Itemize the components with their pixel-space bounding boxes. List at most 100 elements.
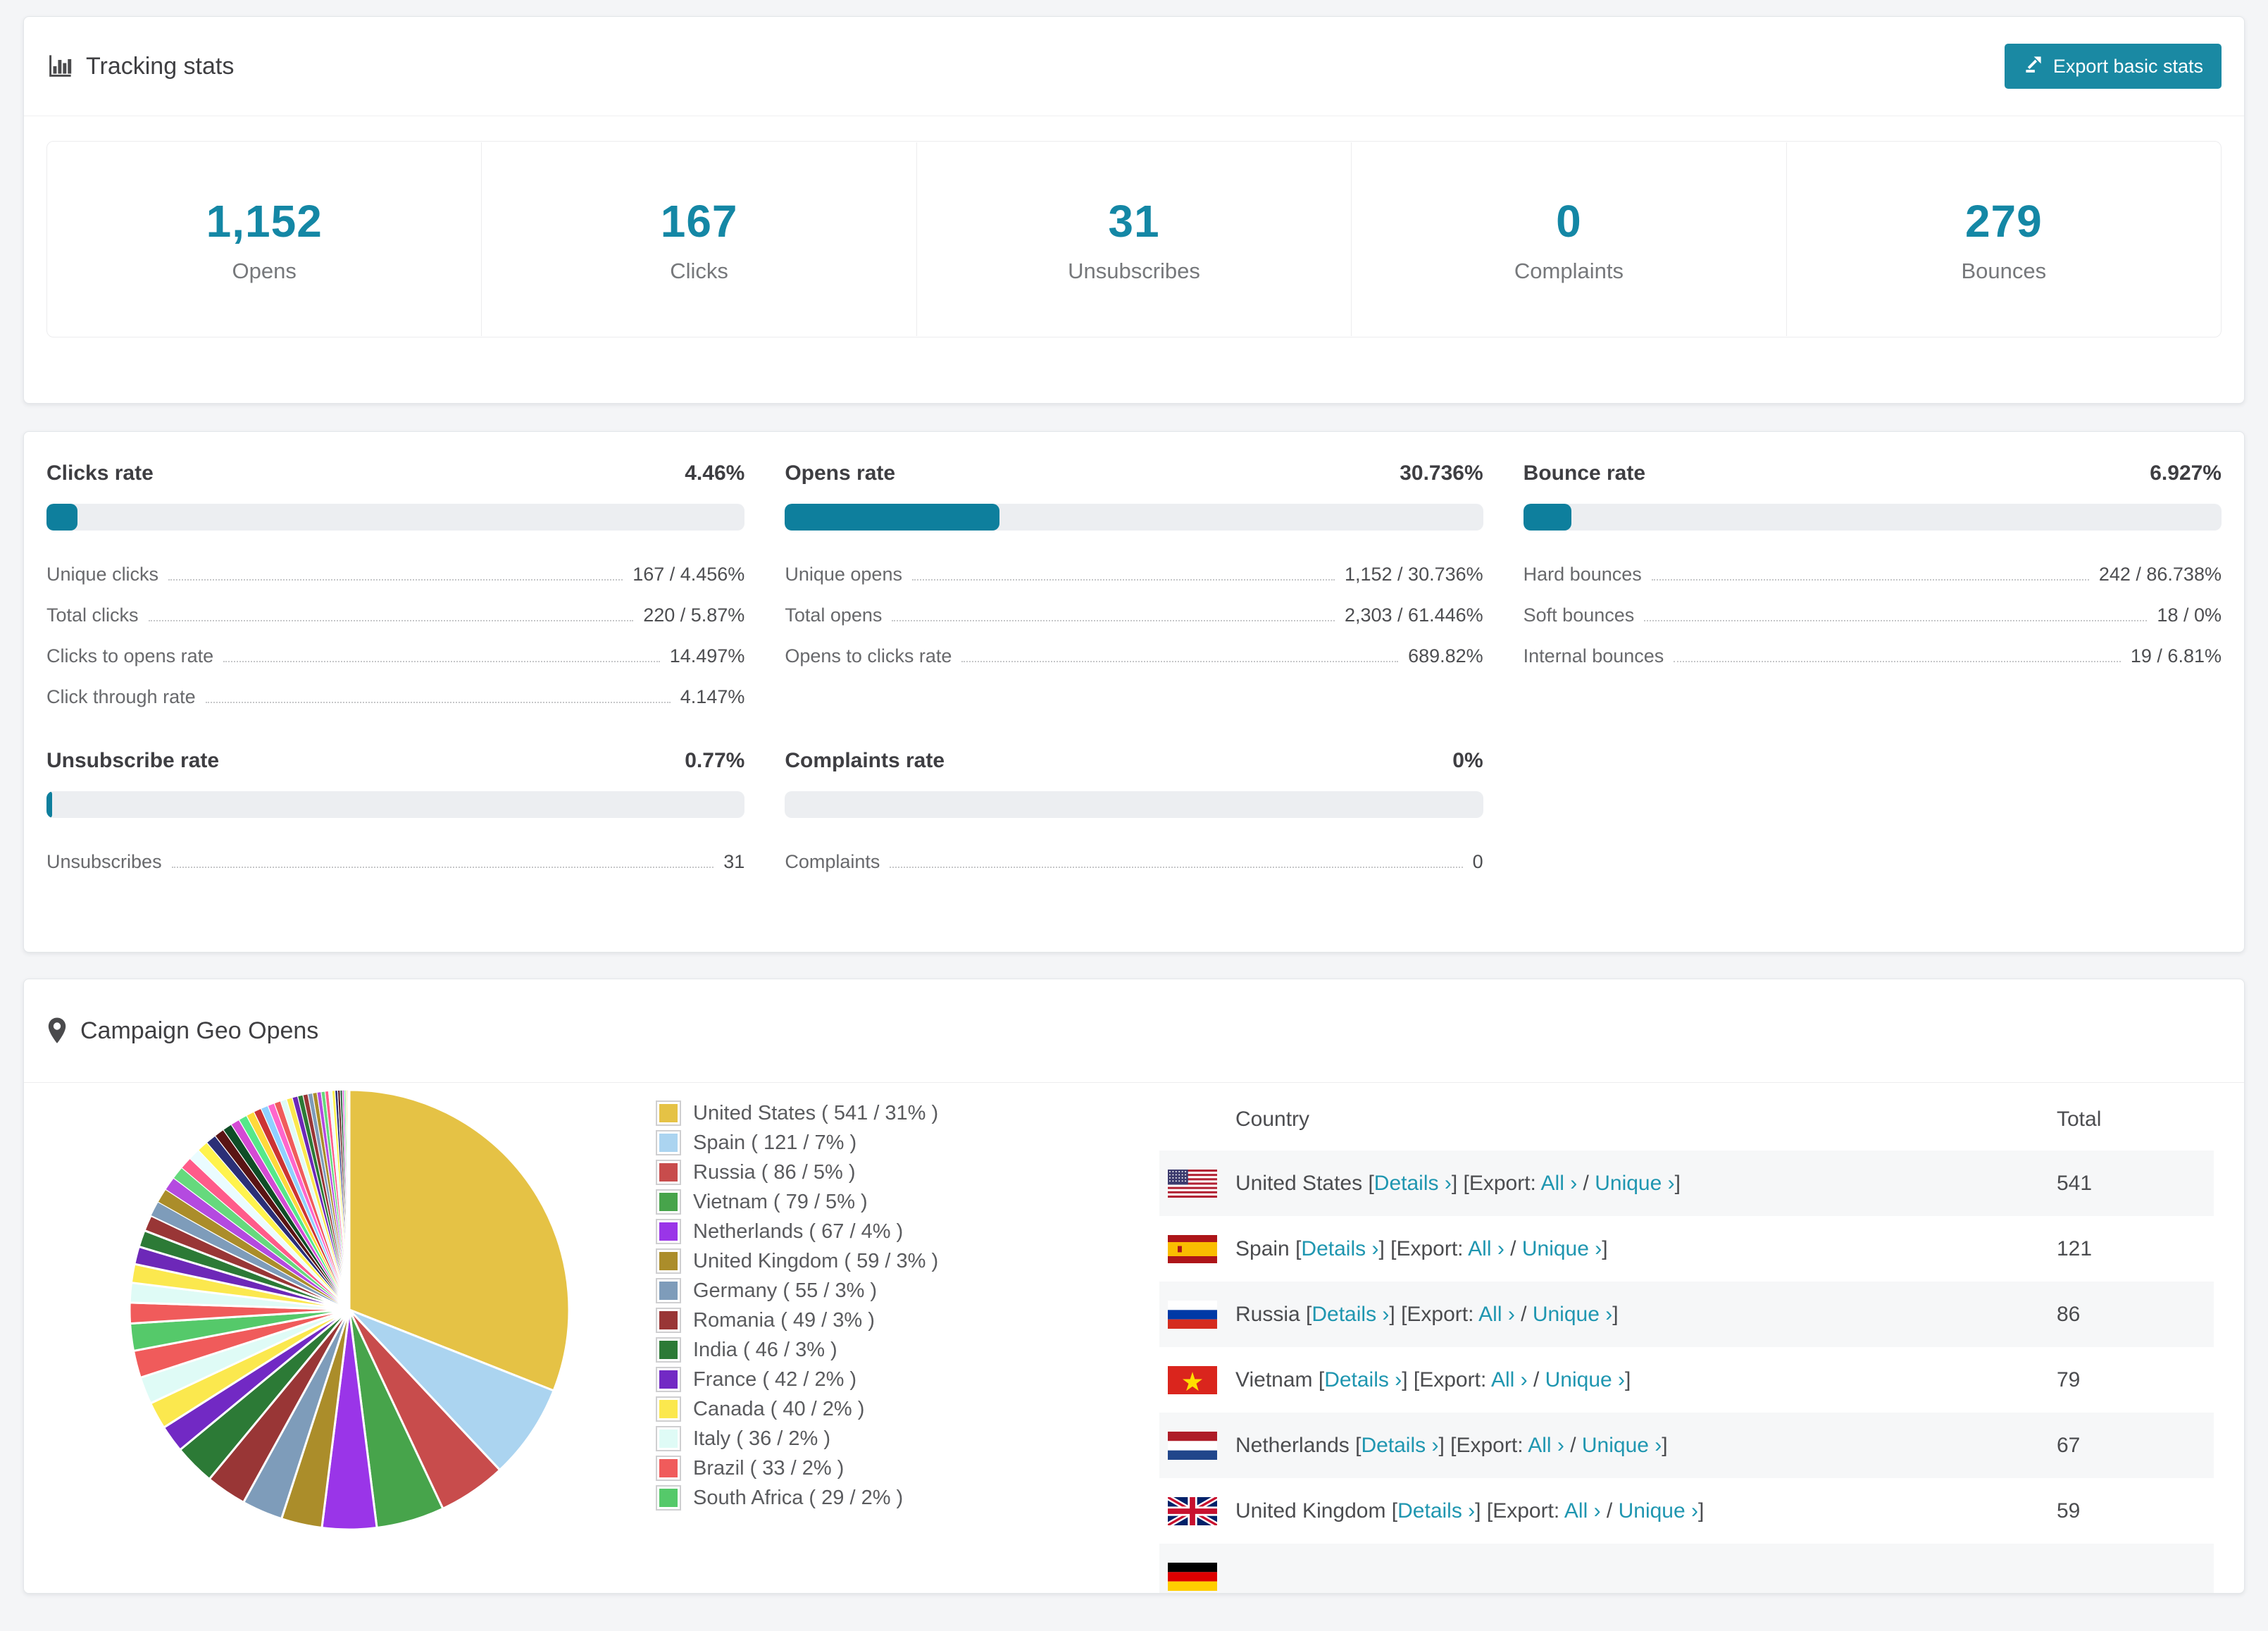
details-link[interactable]: Details › xyxy=(1397,1499,1475,1523)
export-unique-link[interactable]: Unique › xyxy=(1582,1434,1662,1457)
legend-label: Italy ( 36 / 2% ) xyxy=(693,1427,831,1450)
details-link[interactable]: Details › xyxy=(1374,1172,1452,1195)
export-all-link[interactable]: All › xyxy=(1541,1172,1578,1195)
export-basic-stats-button[interactable]: Export basic stats xyxy=(2004,44,2222,89)
legend-label: Canada ( 40 / 2% ) xyxy=(693,1397,865,1420)
rate-row-label: Complaints xyxy=(785,851,880,872)
legend-swatch xyxy=(656,1456,681,1481)
stat-label: Clicks xyxy=(670,258,728,283)
flag-icon-gb xyxy=(1168,1496,1217,1525)
country-name: Spain xyxy=(1235,1236,1290,1260)
bracket: [ xyxy=(1300,1302,1312,1326)
legend-label: Spain ( 121 / 7% ) xyxy=(693,1131,857,1154)
dotted-leader xyxy=(890,867,1463,868)
export-all-link[interactable]: All › xyxy=(1478,1303,1515,1326)
flag-icon-de xyxy=(1168,1562,1217,1591)
bracket: [ xyxy=(1349,1433,1362,1457)
rate-title: Complaints rate xyxy=(785,749,945,772)
progress-bar-bounce-rate xyxy=(1523,504,2222,531)
export-unique-link[interactable]: Unique › xyxy=(1522,1237,1602,1260)
bracket: ] [ xyxy=(1475,1499,1493,1523)
rate-row-value: 242 / 86.738% xyxy=(2098,564,2222,585)
export-prefix: Export: xyxy=(1396,1236,1469,1260)
legend-label: Netherlands ( 67 / 4% ) xyxy=(693,1220,904,1243)
legend-label: Romania ( 49 / 3% ) xyxy=(693,1308,875,1332)
geo-card-header: Campaign Geo Opens xyxy=(24,979,2244,1083)
pie-legend: United States ( 541 / 31% ) Spain ( 121 /… xyxy=(656,1098,938,1513)
slash: / xyxy=(1527,1368,1545,1391)
progress-bar-fill xyxy=(46,504,78,531)
export-unique-link[interactable]: Unique › xyxy=(1595,1172,1674,1195)
export-all-link[interactable]: All › xyxy=(1528,1434,1564,1457)
tracking-card-header: Tracking stats Export basic stats xyxy=(24,17,2244,116)
legend-swatch xyxy=(656,1396,681,1422)
campaign-geo-opens-card: Campaign Geo Opens United States ( 541 /… xyxy=(23,979,2245,1594)
flag-icon-es xyxy=(1168,1234,1217,1263)
stats-row: 1,152 Opens 167 Clicks 31 Unsubscribes 0 Compla… xyxy=(46,141,2222,337)
export-unique-link[interactable]: Unique › xyxy=(1545,1368,1625,1391)
rate-row-unique-clicks: Unique clicks 167 / 4.456% xyxy=(46,552,744,593)
stat-value: 31 xyxy=(1108,195,1160,247)
details-link[interactable]: Details › xyxy=(1301,1237,1378,1260)
export-prefix: Export: xyxy=(1493,1499,1564,1523)
column-header-country: Country xyxy=(1235,1108,1310,1131)
legend-swatch xyxy=(656,1337,681,1363)
rate-row-value: 2,303 / 61.446% xyxy=(1344,604,1483,626)
country-name: United Kingdom xyxy=(1235,1499,1386,1523)
rate-value: 0.77% xyxy=(685,749,745,772)
legend-swatch xyxy=(656,1367,681,1392)
rate-row-value: 0 xyxy=(1472,851,1483,872)
rate-row-unsubscribes: Unsubscribes 31 xyxy=(46,839,744,880)
progress-bar-complaints-rate xyxy=(785,791,1483,818)
legend-swatch xyxy=(656,1130,681,1155)
legend-swatch xyxy=(656,1308,681,1333)
bracket: ] xyxy=(1698,1499,1705,1523)
stat-value: 167 xyxy=(660,195,738,247)
legend-swatch xyxy=(656,1219,681,1244)
legend-label: South Africa ( 29 / 2% ) xyxy=(693,1486,904,1509)
geo-title: Campaign Geo Opens xyxy=(80,1017,319,1044)
rate-row-value: 220 / 5.87% xyxy=(643,604,745,626)
legend-swatch xyxy=(656,1278,681,1303)
country-total xyxy=(2056,1544,2214,1593)
bracket: ] [ xyxy=(1378,1236,1397,1260)
details-link[interactable]: Details › xyxy=(1311,1303,1389,1326)
rate-row-value: 4.147% xyxy=(680,686,745,707)
flag-icon-nl xyxy=(1168,1431,1217,1460)
export-unique-link[interactable]: Unique › xyxy=(1533,1303,1612,1326)
table-row-united-states: United States [Details ›] [Export: All ›… xyxy=(1159,1151,2214,1216)
flag-icon-vn xyxy=(1168,1365,1217,1394)
table-row-netherlands: Netherlands [Details ›] [Export: All › /… xyxy=(1159,1413,2214,1478)
rate-row-soft-bounces: Soft bounces 18 / 0% xyxy=(1524,593,2222,633)
rate-row-clicks-to-opens-rate: Clicks to opens rate 14.497% xyxy=(46,633,744,674)
stat-value: 1,152 xyxy=(206,195,323,247)
rate-row-label: Unsubscribes xyxy=(46,851,162,872)
legend-item-spain: Spain ( 121 / 7% ) xyxy=(656,1128,938,1158)
country-total: 59 xyxy=(2057,1499,2081,1523)
rate-row-internal-bounces: Internal bounces 19 / 6.81% xyxy=(1524,633,2222,674)
export-all-link[interactable]: All › xyxy=(1564,1499,1601,1523)
rate-value: 4.46% xyxy=(685,461,745,485)
country-total: 541 xyxy=(2057,1171,2093,1195)
country-name: Netherlands xyxy=(1235,1433,1350,1457)
export-prefix: Export: xyxy=(1407,1302,1479,1326)
details-link[interactable]: Details › xyxy=(1324,1368,1402,1391)
rate-title: Clicks rate xyxy=(46,461,154,485)
export-unique-link[interactable]: Unique › xyxy=(1619,1499,1698,1523)
legend-label: Russia ( 86 / 5% ) xyxy=(693,1160,856,1184)
bracket: ] [ xyxy=(1451,1171,1469,1195)
dotted-leader xyxy=(892,620,1335,621)
stat-clicks: 167 Clicks xyxy=(482,142,917,336)
legend-label: France ( 42 / 2% ) xyxy=(693,1368,857,1391)
export-all-link[interactable]: All › xyxy=(1468,1237,1504,1260)
rate-row-label: Internal bounces xyxy=(1523,645,1664,666)
flag-icon-ru xyxy=(1168,1300,1217,1329)
rate-row-label: Opens to clicks rate xyxy=(785,645,952,666)
geo-content: United States ( 541 / 31% ) Spain ( 121 /… xyxy=(24,1083,2244,1593)
country-name: United States xyxy=(1235,1171,1363,1195)
dotted-leader xyxy=(1651,579,2089,581)
export-all-link[interactable]: All › xyxy=(1491,1368,1528,1391)
details-link[interactable]: Details › xyxy=(1361,1434,1438,1457)
table-row-partial xyxy=(1159,1544,2214,1593)
stat-label: Opens xyxy=(232,258,297,283)
